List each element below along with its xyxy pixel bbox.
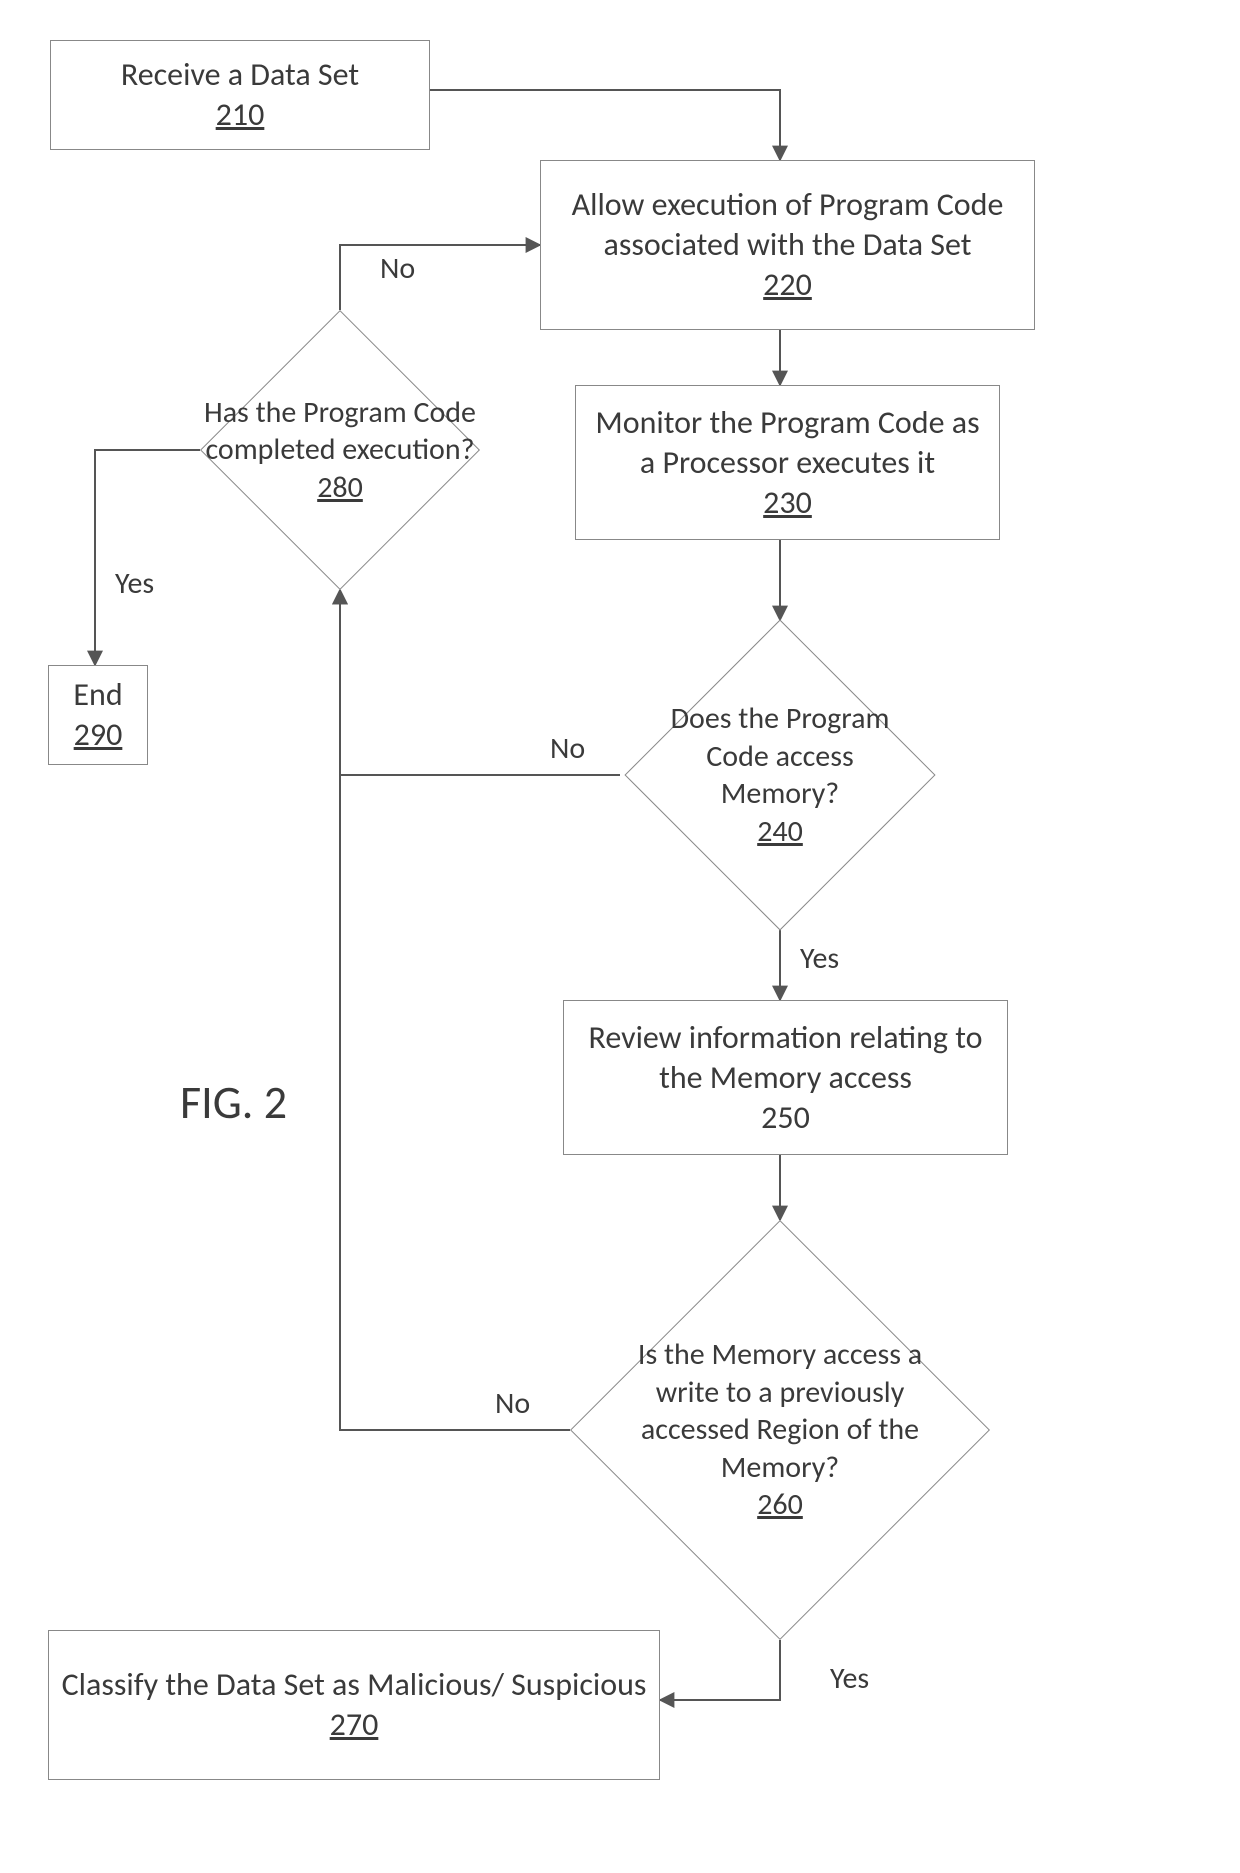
node-monitor-program: Monitor the Program Code as a Processor … (575, 385, 1000, 540)
node-text: Monitor the Program Code as a Processor … (588, 403, 987, 483)
node-number: 250 (761, 1098, 810, 1138)
node-number: 220 (763, 265, 812, 305)
node-end: End 290 (48, 665, 148, 765)
node-receive-data-set: Receive a Data Set 210 (50, 40, 430, 150)
node-text: Is the Memory access a write to a previo… (615, 1336, 945, 1486)
node-number: 230 (763, 483, 812, 523)
node-text: Does the Program Code access Memory? (650, 700, 910, 813)
node-allow-execution: Allow execution of Program Code associat… (540, 160, 1035, 330)
node-text: Classify the Data Set as Malicious/ Susp… (62, 1665, 647, 1705)
edge-label-240-no: No (550, 730, 585, 767)
edge-label-260-yes: Yes (830, 1660, 869, 1697)
node-number: 290 (74, 715, 123, 755)
node-classify-malicious: Classify the Data Set as Malicious/ Susp… (48, 1630, 660, 1780)
edge-label-280-no: No (380, 250, 415, 287)
decision-access-memory: Does the Program Code access Memory? 240 (620, 620, 940, 930)
node-number: 280 (317, 469, 363, 507)
node-text: End (73, 675, 122, 715)
node-number: 210 (216, 95, 265, 135)
node-text: Review information relating to the Memor… (576, 1018, 995, 1098)
edge-label-280-yes: Yes (115, 565, 154, 602)
node-number: 260 (757, 1486, 803, 1524)
decision-completed-execution: Has the Program Code completed execution… (200, 310, 480, 590)
figure-label: FIG. 2 (180, 1075, 287, 1131)
node-number: 240 (757, 813, 803, 851)
decision-write-prev-region: Is the Memory access a write to a previo… (570, 1220, 990, 1640)
edge-label-240-yes: Yes (800, 940, 839, 977)
node-number: 270 (330, 1705, 379, 1745)
node-text: Receive a Data Set (121, 55, 359, 95)
node-review-memory-access: Review information relating to the Memor… (563, 1000, 1008, 1155)
edge-label-260-no: No (495, 1385, 530, 1422)
node-text: Allow execution of Program Code associat… (553, 185, 1022, 265)
node-text: Has the Program Code completed execution… (200, 394, 480, 469)
